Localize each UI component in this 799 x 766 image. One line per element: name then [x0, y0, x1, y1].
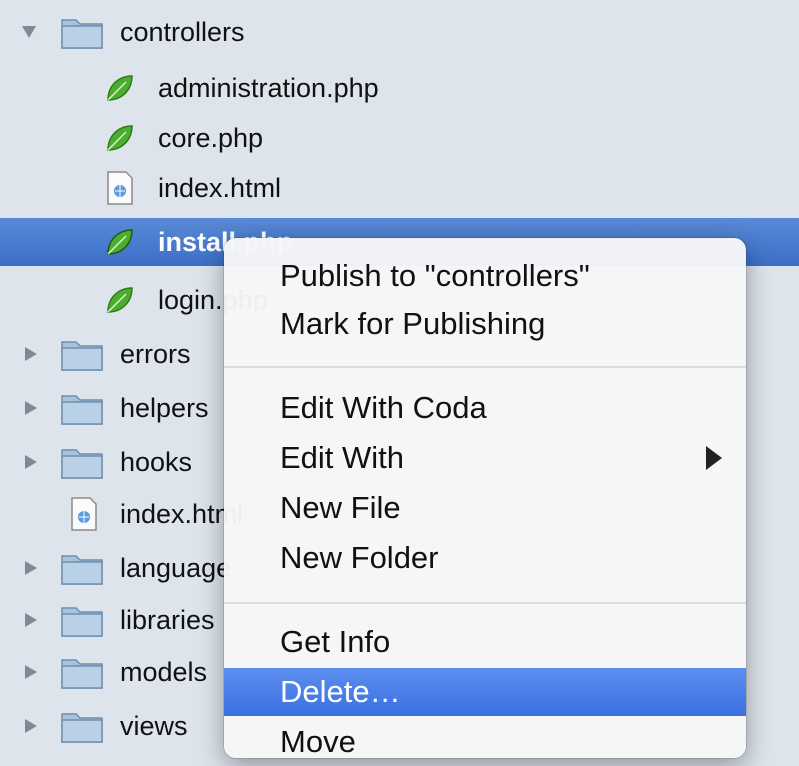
- menu-item-label: New Folder: [280, 540, 439, 575]
- context-menu: Publish to "controllers" Mark for Publis…: [224, 238, 746, 759]
- menu-item-publish[interactable]: Publish to "controllers": [224, 252, 746, 300]
- tree-item-label: views: [120, 711, 188, 741]
- disclosure-collapsed-icon[interactable]: [24, 719, 38, 733]
- menu-item-new-folder[interactable]: New Folder: [224, 534, 746, 582]
- tree-folder-controllers[interactable]: controllers: [0, 8, 799, 56]
- menu-item-label: Edit With Coda: [280, 390, 487, 425]
- menu-item-move[interactable]: Move: [224, 718, 746, 766]
- tree-item-label: models: [120, 657, 208, 687]
- folder-icon: [60, 654, 104, 695]
- folder-icon: [60, 602, 104, 643]
- php-leaf-icon: [104, 226, 136, 263]
- html-file-icon: [70, 496, 98, 537]
- menu-item-mark-for-publishing[interactable]: Mark for Publishing: [224, 300, 746, 348]
- disclosure-collapsed-icon[interactable]: [24, 347, 38, 361]
- folder-icon: [60, 444, 104, 485]
- php-leaf-icon: [104, 122, 136, 159]
- php-leaf-icon: [104, 284, 136, 321]
- folder-icon: [60, 14, 104, 55]
- menu-item-label: Mark for Publishing: [280, 306, 546, 341]
- disclosure-collapsed-icon[interactable]: [24, 561, 38, 575]
- menu-item-edit-with-coda[interactable]: Edit With Coda: [224, 384, 746, 432]
- menu-item-label: Edit With: [280, 440, 405, 475]
- menu-separator: [224, 366, 746, 368]
- tree-item-label: errors: [120, 339, 191, 369]
- menu-item-edit-with[interactable]: Edit With: [224, 434, 746, 482]
- tree-item-label: controllers: [120, 17, 245, 47]
- html-file-icon: [106, 170, 134, 211]
- menu-item-label: Move: [280, 724, 356, 759]
- tree-item-label: administration.php: [158, 73, 379, 103]
- tree-item-label: helpers: [120, 393, 209, 423]
- menu-item-get-info[interactable]: Get Info: [224, 618, 746, 666]
- php-leaf-icon: [104, 72, 136, 109]
- menu-item-label: Publish to "controllers": [280, 258, 590, 293]
- tree-file-core[interactable]: core.php: [0, 114, 799, 162]
- disclosure-collapsed-icon[interactable]: [24, 401, 38, 415]
- menu-item-new-file[interactable]: New File: [224, 484, 746, 532]
- menu-separator: [224, 602, 746, 604]
- tree-item-label: hooks: [120, 447, 193, 477]
- folder-icon: [60, 336, 104, 377]
- menu-item-delete[interactable]: Delete…: [224, 668, 746, 716]
- tree-item-label: core.php: [158, 123, 264, 153]
- folder-icon: [60, 708, 104, 749]
- menu-item-label: Delete…: [280, 674, 401, 709]
- folder-icon: [60, 390, 104, 431]
- disclosure-collapsed-icon[interactable]: [24, 665, 38, 679]
- tree-file-index-html[interactable]: index.html: [0, 164, 799, 212]
- disclosure-collapsed-icon[interactable]: [24, 455, 38, 469]
- tree-item-label: libraries: [120, 605, 215, 635]
- tree-item-label: index.html: [158, 173, 282, 203]
- tree-file-administration[interactable]: administration.php: [0, 64, 799, 112]
- submenu-arrow-icon: [706, 446, 722, 470]
- disclosure-collapsed-icon[interactable]: [24, 613, 38, 627]
- folder-icon: [60, 550, 104, 591]
- menu-item-label: New File: [280, 490, 401, 525]
- disclosure-expanded-icon[interactable]: [22, 25, 36, 39]
- tree-item-label: language: [120, 553, 232, 583]
- menu-item-label: Get Info: [280, 624, 391, 659]
